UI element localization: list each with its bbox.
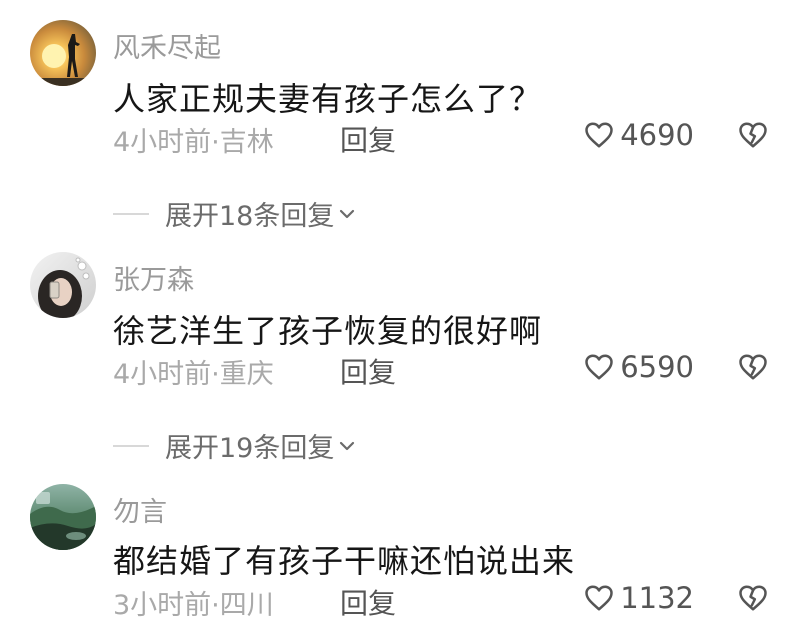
heart-outline-icon (585, 354, 613, 380)
dislike-button[interactable] (738, 121, 768, 149)
username[interactable]: 勿言 (113, 490, 167, 529)
heart-outline-icon (585, 122, 613, 148)
avatar[interactable] (30, 20, 96, 86)
heart-outline-icon (585, 585, 613, 611)
divider (113, 444, 149, 447)
dislike-button[interactable] (738, 584, 768, 612)
divider (113, 212, 149, 215)
username[interactable]: 风禾尽起 (113, 26, 221, 65)
expand-replies-button[interactable]: 展开19条回复 (113, 426, 356, 465)
like-button[interactable]: 6590 (584, 350, 694, 384)
comment-meta: 4小时前·重庆 (113, 359, 274, 390)
like-count: 6590 (620, 350, 694, 384)
broken-heart-icon (739, 585, 767, 611)
broken-heart-icon (739, 354, 767, 380)
avatar[interactable] (30, 484, 96, 550)
reply-button[interactable]: 回复 (340, 351, 396, 391)
like-button[interactable]: 4690 (584, 118, 694, 152)
chevron-down-icon (340, 209, 355, 218)
username[interactable]: 张万森 (113, 258, 194, 297)
chevron-down-icon (340, 441, 355, 450)
expand-replies-label: 展开19条回复 (165, 433, 335, 464)
comment-meta: 4小时前·吉林 (113, 127, 274, 158)
reply-button[interactable]: 回复 (340, 119, 396, 159)
avatar[interactable] (30, 252, 96, 318)
like-count: 1132 (620, 581, 694, 615)
comment-text: 人家正规夫妻有孩子怎么了？ (113, 80, 543, 118)
broken-heart-icon (739, 122, 767, 148)
like-button[interactable]: 1132 (584, 581, 694, 615)
comment-text: 徐艺洋生了孩子恢复的很好啊 (113, 312, 543, 350)
comment-meta: 3小时前·四川 (113, 590, 274, 621)
reply-button[interactable]: 回复 (340, 582, 396, 622)
expand-replies-button[interactable]: 展开18条回复 (113, 194, 356, 233)
comment-list: 风禾尽起 人家正规夫妻有孩子怎么了？ 4小时前·吉林 回复 4690 展开18条… (0, 0, 800, 628)
dislike-button[interactable] (738, 353, 768, 381)
like-count: 4690 (620, 118, 694, 152)
comment-text: 都结婚了有孩子干嘛还怕说出来 (113, 542, 576, 580)
expand-replies-label: 展开18条回复 (165, 201, 335, 232)
